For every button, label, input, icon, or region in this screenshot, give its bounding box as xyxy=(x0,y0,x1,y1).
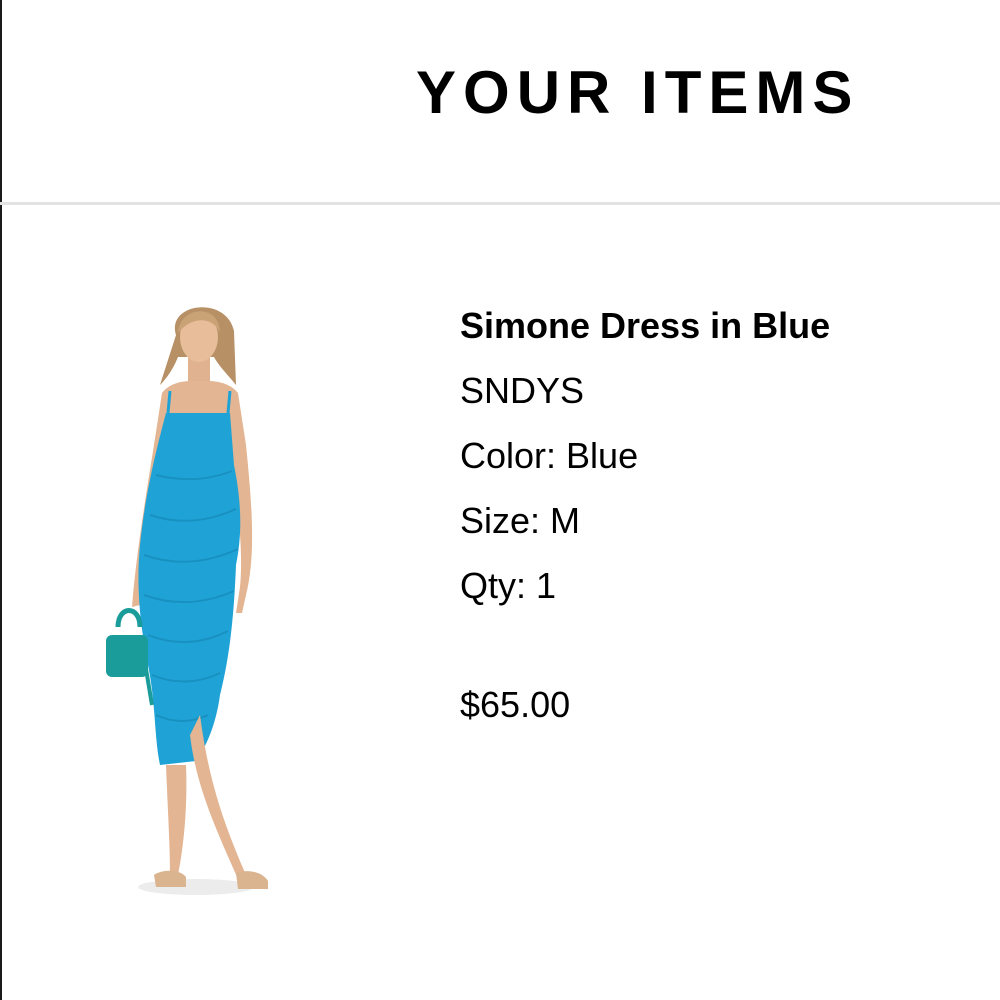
cart-item: Simone Dress in Blue SNDYS Color: Blue S… xyxy=(0,205,1000,1000)
page-header: YOUR ITEMS xyxy=(0,0,1000,203)
item-details: Simone Dress in Blue SNDYS Color: Blue S… xyxy=(460,303,980,728)
item-size: Size: M xyxy=(460,500,581,541)
item-name[interactable]: Simone Dress in Blue xyxy=(460,303,980,349)
page-title: YOUR ITEMS xyxy=(416,59,860,126)
item-brand: SNDYS xyxy=(460,370,585,411)
item-quantity: Qty: 1 xyxy=(460,565,557,606)
item-color: Color: Blue xyxy=(460,435,639,476)
item-price: $65.00 xyxy=(460,684,571,725)
product-image[interactable] xyxy=(96,295,296,905)
